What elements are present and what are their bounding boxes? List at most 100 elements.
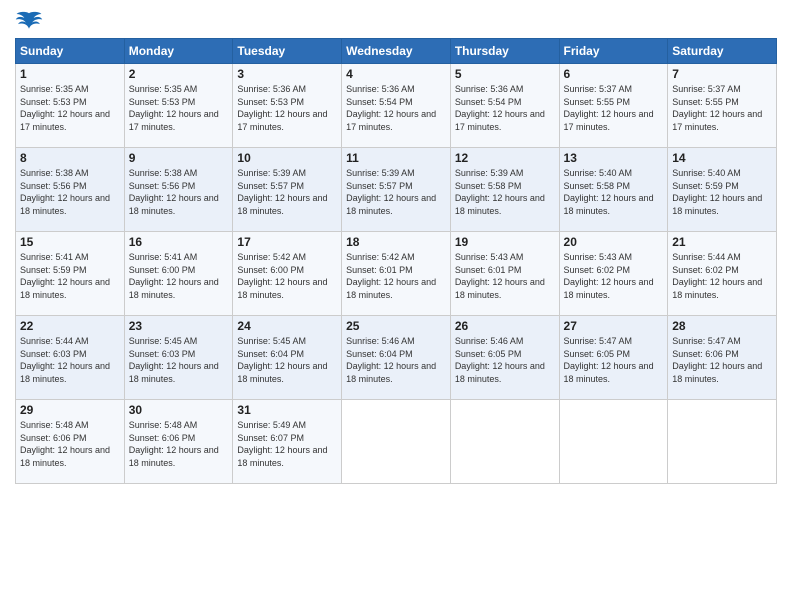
calendar-cell: 15 Sunrise: 5:41 AMSunset: 5:59 PMDayligh… [16,232,125,316]
logo-bird-icon [15,10,43,32]
cell-content: Sunrise: 5:40 AMSunset: 5:58 PMDaylight:… [564,167,664,217]
day-number: 11 [346,151,446,165]
day-number: 8 [20,151,120,165]
day-number: 3 [237,67,337,81]
day-number: 19 [455,235,555,249]
week-row-1: 1 Sunrise: 5:35 AMSunset: 5:53 PMDaylight… [16,64,777,148]
calendar-table: SundayMondayTuesdayWednesdayThursdayFrid… [15,38,777,484]
calendar-cell: 1 Sunrise: 5:35 AMSunset: 5:53 PMDaylight… [16,64,125,148]
cell-content: Sunrise: 5:45 AMSunset: 6:03 PMDaylight:… [129,335,229,385]
page: SundayMondayTuesdayWednesdayThursdayFrid… [0,0,792,612]
day-number: 12 [455,151,555,165]
calendar-cell: 27Sunrise: 5:47 AMSunset: 6:05 PMDayligh… [559,316,668,400]
calendar-cell [559,400,668,484]
calendar-cell: 2 Sunrise: 5:35 AMSunset: 5:53 PMDaylight… [124,64,233,148]
cell-content: Sunrise: 5:42 AMSunset: 6:01 PMDaylight:… [346,251,446,301]
calendar-cell: 3 Sunrise: 5:36 AMSunset: 5:53 PMDaylight… [233,64,342,148]
week-row-2: 8 Sunrise: 5:38 AMSunset: 5:56 PMDaylight… [16,148,777,232]
cell-content: Sunrise: 5:41 AMSunset: 5:59 PMDaylight:… [20,251,120,301]
day-number: 5 [455,67,555,81]
cell-content: Sunrise: 5:49 AMSunset: 6:07 PMDaylight:… [237,419,337,469]
cell-content: Sunrise: 5:45 AMSunset: 6:04 PMDaylight:… [237,335,337,385]
calendar-cell: 23 Sunrise: 5:45 AMSunset: 6:03 PMDayligh… [124,316,233,400]
calendar-cell: 12 Sunrise: 5:39 AMSunset: 5:58 PMDayligh… [450,148,559,232]
weekday-header-thursday: Thursday [450,39,559,64]
calendar-cell: 6 Sunrise: 5:37 AMSunset: 5:55 PMDaylight… [559,64,668,148]
cell-content: Sunrise: 5:36 AMSunset: 5:53 PMDaylight:… [237,83,337,133]
calendar-cell [450,400,559,484]
cell-content: Sunrise: 5:37 AMSunset: 5:55 PMDaylight:… [672,83,772,133]
week-row-4: 22Sunrise: 5:44 AMSunset: 6:03 PMDayligh… [16,316,777,400]
calendar-cell: 13 Sunrise: 5:40 AMSunset: 5:58 PMDayligh… [559,148,668,232]
cell-content: Sunrise: 5:40 AMSunset: 5:59 PMDaylight:… [672,167,772,217]
weekday-header-wednesday: Wednesday [342,39,451,64]
day-number: 31 [237,403,337,417]
calendar-cell: 9Sunrise: 5:38 AMSunset: 5:56 PMDaylight… [124,148,233,232]
calendar-cell: 19 Sunrise: 5:43 AMSunset: 6:01 PMDayligh… [450,232,559,316]
cell-content: Sunrise: 5:39 AMSunset: 5:58 PMDaylight:… [455,167,555,217]
day-number: 22 [20,319,120,333]
calendar-cell: 16Sunrise: 5:41 AMSunset: 6:00 PMDayligh… [124,232,233,316]
cell-content: Sunrise: 5:36 AMSunset: 5:54 PMDaylight:… [455,83,555,133]
cell-content: Sunrise: 5:37 AMSunset: 5:55 PMDaylight:… [564,83,664,133]
weekday-header-tuesday: Tuesday [233,39,342,64]
calendar-cell: 20 Sunrise: 5:43 AMSunset: 6:02 PMDayligh… [559,232,668,316]
day-number: 18 [346,235,446,249]
weekday-header-row: SundayMondayTuesdayWednesdayThursdayFrid… [16,39,777,64]
calendar-cell: 21Sunrise: 5:44 AMSunset: 6:02 PMDayligh… [668,232,777,316]
cell-content: Sunrise: 5:42 AMSunset: 6:00 PMDaylight:… [237,251,337,301]
calendar-cell: 31 Sunrise: 5:49 AMSunset: 6:07 PMDayligh… [233,400,342,484]
cell-content: Sunrise: 5:48 AMSunset: 6:06 PMDaylight:… [129,419,229,469]
weekday-header-monday: Monday [124,39,233,64]
cell-content: Sunrise: 5:35 AMSunset: 5:53 PMDaylight:… [129,83,229,133]
day-number: 24 [237,319,337,333]
calendar-cell: 24 Sunrise: 5:45 AMSunset: 6:04 PMDayligh… [233,316,342,400]
calendar-cell: 10Sunrise: 5:39 AMSunset: 5:57 PMDayligh… [233,148,342,232]
calendar-cell: 7Sunrise: 5:37 AMSunset: 5:55 PMDaylight… [668,64,777,148]
calendar-cell: 17Sunrise: 5:42 AMSunset: 6:00 PMDayligh… [233,232,342,316]
cell-content: Sunrise: 5:47 AMSunset: 6:05 PMDaylight:… [564,335,664,385]
cell-content: Sunrise: 5:46 AMSunset: 6:04 PMDaylight:… [346,335,446,385]
cell-content: Sunrise: 5:43 AMSunset: 6:01 PMDaylight:… [455,251,555,301]
day-number: 26 [455,319,555,333]
cell-content: Sunrise: 5:43 AMSunset: 6:02 PMDaylight:… [564,251,664,301]
day-number: 15 [20,235,120,249]
weekday-header-sunday: Sunday [16,39,125,64]
logo [15,10,47,32]
day-number: 21 [672,235,772,249]
week-row-5: 29 Sunrise: 5:48 AMSunset: 6:06 PMDayligh… [16,400,777,484]
calendar-cell: 26 Sunrise: 5:46 AMSunset: 6:05 PMDayligh… [450,316,559,400]
week-row-3: 15 Sunrise: 5:41 AMSunset: 5:59 PMDayligh… [16,232,777,316]
day-number: 28 [672,319,772,333]
calendar-cell: 25 Sunrise: 5:46 AMSunset: 6:04 PMDayligh… [342,316,451,400]
day-number: 13 [564,151,664,165]
cell-content: Sunrise: 5:36 AMSunset: 5:54 PMDaylight:… [346,83,446,133]
header [15,10,777,32]
calendar-cell: 18 Sunrise: 5:42 AMSunset: 6:01 PMDayligh… [342,232,451,316]
day-number: 25 [346,319,446,333]
day-number: 2 [129,67,229,81]
day-number: 6 [564,67,664,81]
calendar-cell: 11 Sunrise: 5:39 AMSunset: 5:57 PMDayligh… [342,148,451,232]
calendar-cell [668,400,777,484]
calendar-cell: 28Sunrise: 5:47 AMSunset: 6:06 PMDayligh… [668,316,777,400]
day-number: 29 [20,403,120,417]
calendar-cell: 22Sunrise: 5:44 AMSunset: 6:03 PMDayligh… [16,316,125,400]
day-number: 20 [564,235,664,249]
cell-content: Sunrise: 5:38 AMSunset: 5:56 PMDaylight:… [20,167,120,217]
day-number: 9 [129,151,229,165]
cell-content: Sunrise: 5:41 AMSunset: 6:00 PMDaylight:… [129,251,229,301]
cell-content: Sunrise: 5:35 AMSunset: 5:53 PMDaylight:… [20,83,120,133]
calendar-cell: 30Sunrise: 5:48 AMSunset: 6:06 PMDayligh… [124,400,233,484]
cell-content: Sunrise: 5:46 AMSunset: 6:05 PMDaylight:… [455,335,555,385]
calendar-cell: 5 Sunrise: 5:36 AMSunset: 5:54 PMDaylight… [450,64,559,148]
calendar-cell: 29Sunrise: 5:48 AMSunset: 6:06 PMDayligh… [16,400,125,484]
calendar-cell: 8 Sunrise: 5:38 AMSunset: 5:56 PMDaylight… [16,148,125,232]
calendar-cell: 4Sunrise: 5:36 AMSunset: 5:54 PMDaylight… [342,64,451,148]
weekday-header-friday: Friday [559,39,668,64]
day-number: 23 [129,319,229,333]
cell-content: Sunrise: 5:39 AMSunset: 5:57 PMDaylight:… [346,167,446,217]
day-number: 10 [237,151,337,165]
day-number: 1 [20,67,120,81]
weekday-header-saturday: Saturday [668,39,777,64]
